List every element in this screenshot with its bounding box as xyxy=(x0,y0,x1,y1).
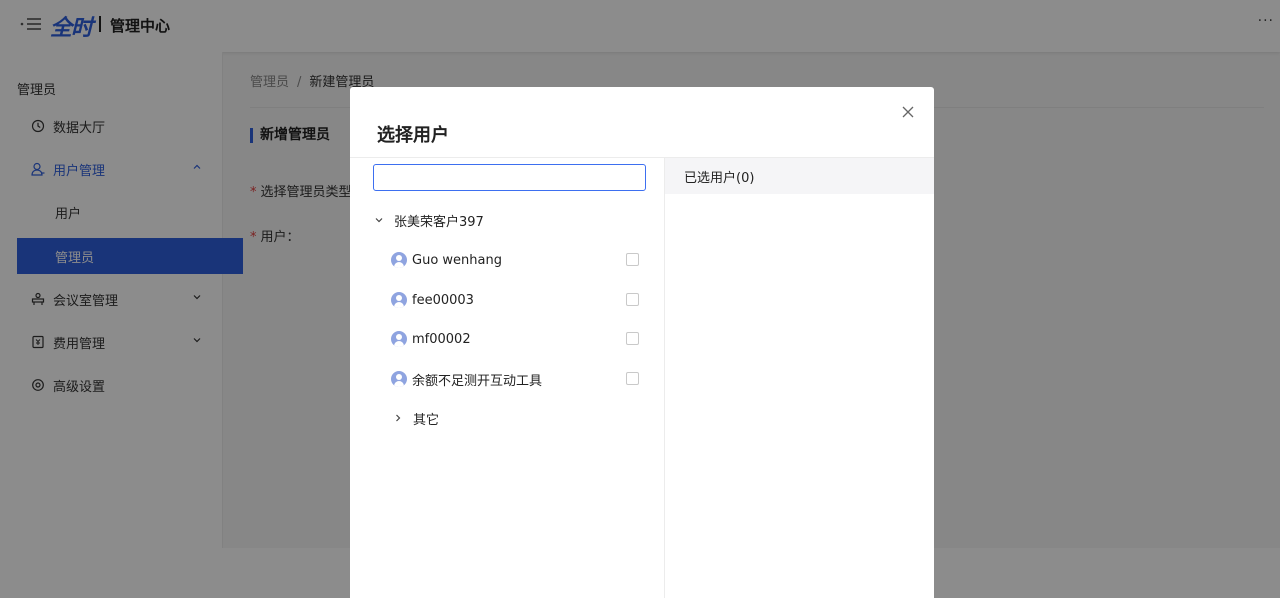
avatar-icon xyxy=(391,292,407,308)
user-checkbox[interactable] xyxy=(626,253,639,266)
selected-users-header: 已选用户(0) xyxy=(665,158,934,194)
close-icon[interactable] xyxy=(900,104,916,120)
chevron-down-icon xyxy=(375,218,383,223)
avatar-icon xyxy=(391,371,407,387)
user-checkbox[interactable] xyxy=(626,372,639,385)
modal-title: 选择用户 xyxy=(377,125,449,146)
chevron-right-icon xyxy=(396,414,401,422)
avatar-icon xyxy=(391,331,407,347)
selected-users-panel: 已选用户(0) xyxy=(665,157,934,598)
list-item[interactable]: Guo wenhang xyxy=(391,248,641,272)
list-item[interactable]: mf00002 xyxy=(391,327,641,351)
select-user-modal: 选择用户 张美荣客户397 Guo wenhang fee00003 mf000… xyxy=(350,87,934,598)
user-name: Guo wenhang xyxy=(412,252,502,268)
user-name: mf00002 xyxy=(412,331,471,347)
user-name: fee00003 xyxy=(412,292,474,308)
user-tree-panel: 张美荣客户397 Guo wenhang fee00003 mf00002 余额… xyxy=(350,157,665,598)
user-checkbox[interactable] xyxy=(626,332,639,345)
list-item[interactable]: fee00003 xyxy=(391,288,641,312)
tree-group-other[interactable]: 其它 xyxy=(393,406,439,430)
user-name: 余额不足测开互动工具 xyxy=(412,373,543,389)
tree-group-toggle[interactable]: 张美荣客户397 xyxy=(374,208,484,232)
list-item[interactable]: 余额不足测开互动工具 xyxy=(391,367,641,391)
user-checkbox[interactable] xyxy=(626,293,639,306)
tree-group-label: 张美荣客户397 xyxy=(394,214,484,230)
tree-group-label: 其它 xyxy=(413,412,440,428)
avatar-icon xyxy=(391,252,407,268)
search-input[interactable] xyxy=(373,164,646,191)
